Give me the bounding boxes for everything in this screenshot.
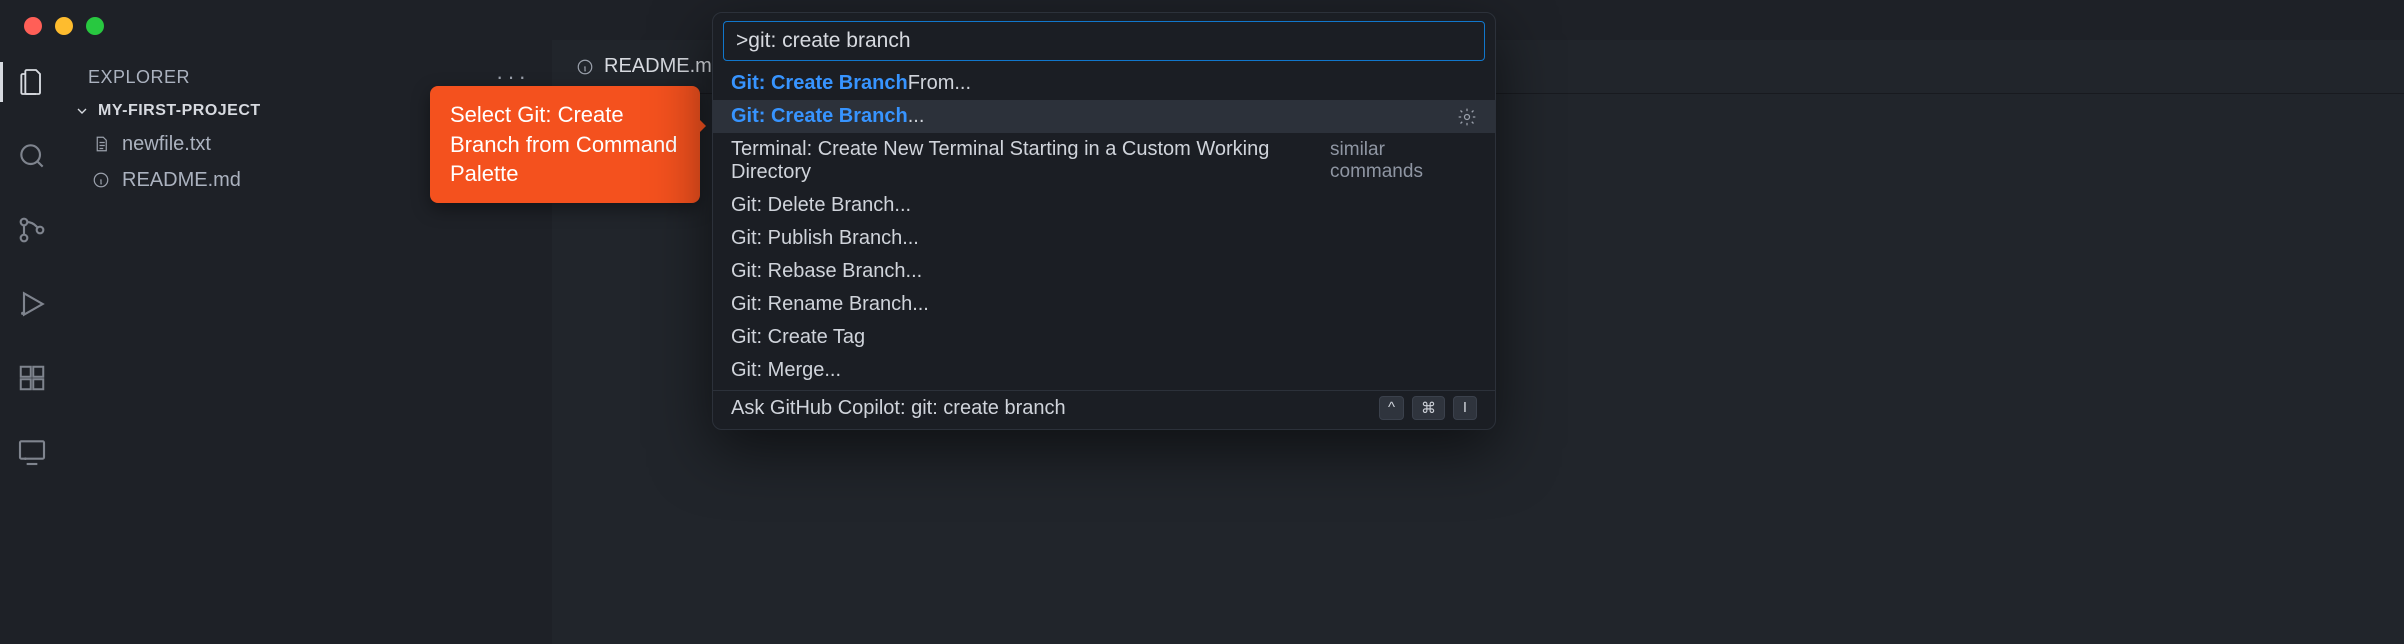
run-debug-icon[interactable] <box>12 284 52 324</box>
kbd-key: ⌘ <box>1412 396 1445 420</box>
command-rest: Git: Rebase Branch... <box>731 260 922 283</box>
search-icon[interactable] <box>12 136 52 176</box>
command-item-terminal-create-new[interactable]: Terminal: Create New Terminal Starting i… <box>713 133 1495 189</box>
remote-icon[interactable] <box>12 432 52 472</box>
command-item-git-create-branch[interactable]: Git: Create Branch ... <box>713 100 1495 133</box>
maximize-window-button[interactable] <box>86 17 104 35</box>
source-control-icon[interactable] <box>12 210 52 250</box>
command-rest: From... <box>908 72 971 95</box>
kbd-key: ^ <box>1379 396 1404 420</box>
file-label: README.md <box>122 169 241 192</box>
command-rest: Git: Create Tag <box>731 326 865 349</box>
activity-bar <box>0 48 64 644</box>
close-window-button[interactable] <box>24 17 42 35</box>
command-rest: ... <box>908 105 925 128</box>
file-lines-icon <box>90 135 112 153</box>
command-rest: Git: Merge... <box>731 359 841 382</box>
info-icon <box>90 171 112 189</box>
command-palette-input[interactable] <box>723 21 1485 61</box>
command-item-git-delete-branch[interactable]: Git: Delete Branch... <box>713 189 1495 222</box>
command-rest: Ask GitHub Copilot: git: create branch <box>731 397 1066 420</box>
keyboard-shortcut: ^ ⌘ I <box>1379 396 1477 420</box>
info-icon <box>576 58 594 76</box>
kbd-key: I <box>1453 396 1477 420</box>
command-palette: Git: Create Branch From... Git: Create B… <box>712 12 1496 430</box>
explorer-icon[interactable] <box>12 62 52 102</box>
command-item-git-merge[interactable]: Git: Merge... <box>713 354 1495 387</box>
similar-commands-hint: similar commands <box>1330 139 1477 183</box>
command-item-git-rebase-branch[interactable]: Git: Rebase Branch... <box>713 255 1495 288</box>
command-item-ask-copilot[interactable]: Ask GitHub Copilot: git: create branch ^… <box>713 391 1495 425</box>
tutorial-callout: Select Git: Create Branch from Command P… <box>430 86 700 203</box>
command-rest: Git: Rename Branch... <box>731 293 929 316</box>
extensions-icon[interactable] <box>12 358 52 398</box>
command-rest: Git: Delete Branch... <box>731 194 911 217</box>
command-match: Git: Create Branch <box>731 105 908 128</box>
tab-label: README.md <box>604 55 723 78</box>
command-rest: Git: Publish Branch... <box>731 227 919 250</box>
chevron-down-icon <box>74 103 90 119</box>
command-item-git-rename-branch[interactable]: Git: Rename Branch... <box>713 288 1495 321</box>
folder-name: MY-FIRST-PROJECT <box>98 102 261 120</box>
command-match: Git: Create Branch <box>731 72 908 95</box>
command-rest: Terminal: Create New Terminal Starting i… <box>731 138 1330 184</box>
callout-text: Select Git: Create Branch from Command P… <box>450 102 677 186</box>
command-item-git-create-branch-from[interactable]: Git: Create Branch From... <box>713 67 1495 100</box>
command-palette-list: Git: Create Branch From... Git: Create B… <box>713 67 1495 429</box>
gear-icon[interactable] <box>1457 107 1477 127</box>
window-controls <box>24 17 104 35</box>
command-item-git-publish-branch[interactable]: Git: Publish Branch... <box>713 222 1495 255</box>
sidebar-title: EXPLORER <box>88 67 190 88</box>
command-item-git-create-tag[interactable]: Git: Create Tag <box>713 321 1495 354</box>
minimize-window-button[interactable] <box>55 17 73 35</box>
file-label: newfile.txt <box>122 133 211 156</box>
